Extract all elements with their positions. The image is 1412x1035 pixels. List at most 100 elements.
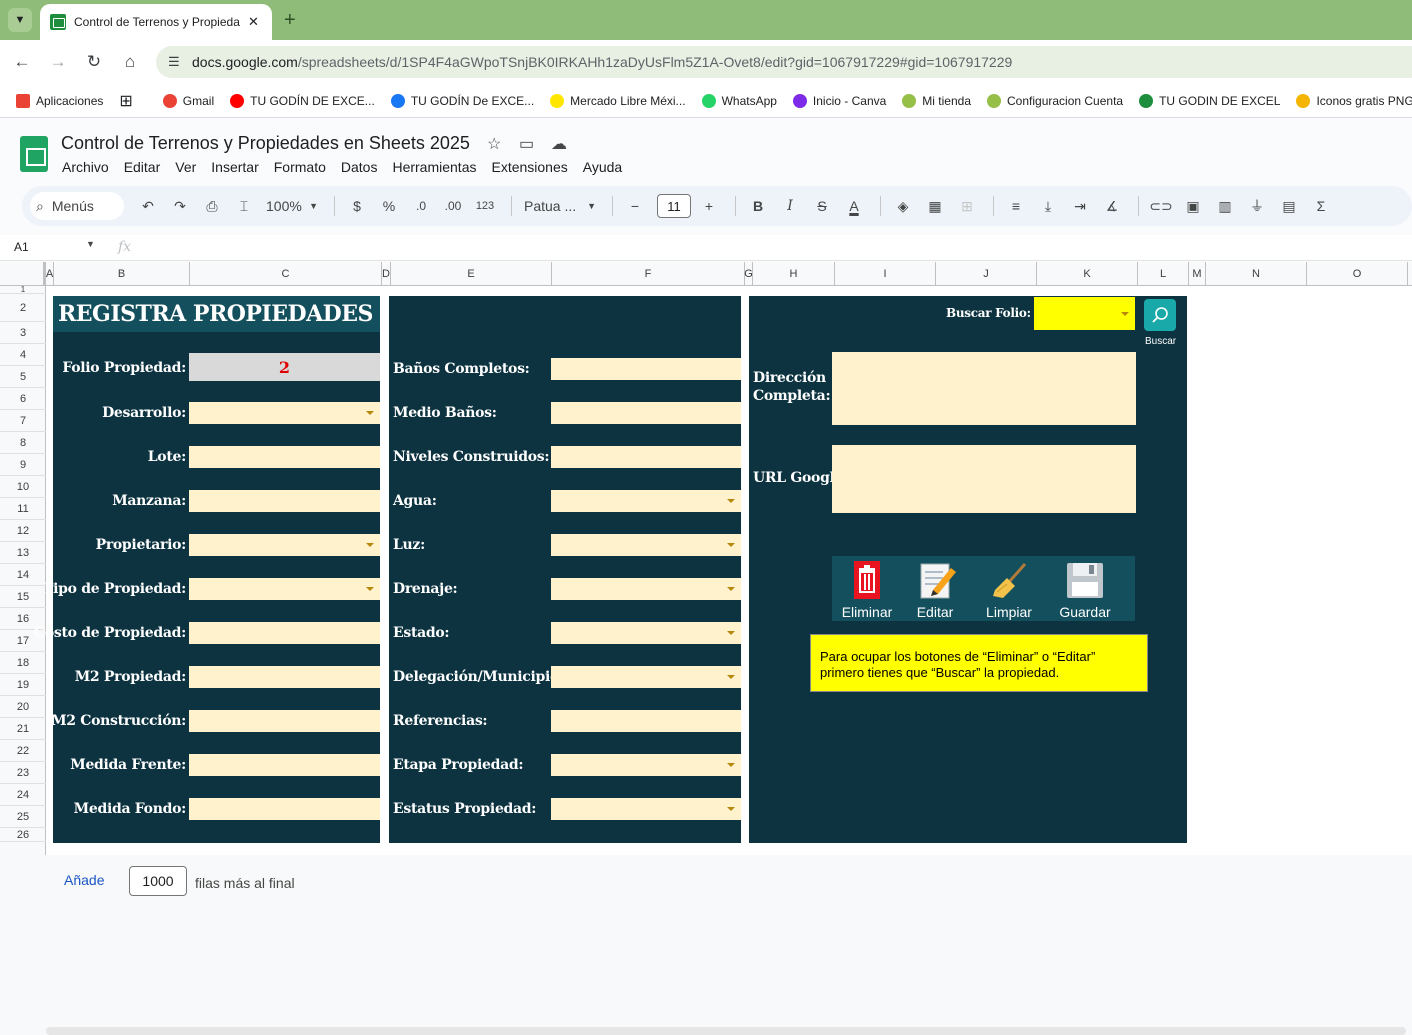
column-header[interactable]: J (936, 262, 1037, 286)
row-header[interactable]: 24 (0, 784, 46, 806)
input-field[interactable] (189, 710, 380, 732)
filter-icon[interactable]: ⏚ (1243, 192, 1271, 220)
row-header[interactable]: 21 (0, 718, 46, 740)
forward-arrow-icon[interactable]: → (46, 50, 70, 74)
menu-item[interactable]: Ayuda (583, 159, 622, 175)
column-header[interactable]: D (382, 262, 391, 286)
dropdown-field[interactable] (551, 534, 741, 556)
text-wrapping-icon[interactable]: ⇥ (1066, 192, 1094, 220)
menu-item[interactable]: Extensiones (491, 159, 567, 175)
bookmark-item[interactable]: Gmail (162, 93, 214, 108)
row-header[interactable]: 1 (0, 285, 46, 294)
row-header[interactable]: 2 (0, 294, 46, 322)
cloud-status-icon[interactable]: ☁ (551, 134, 567, 154)
menu-item[interactable]: Insertar (211, 159, 258, 175)
row-header[interactable]: 6 (0, 388, 46, 410)
row-header[interactable]: 20 (0, 696, 46, 718)
bookmark-item[interactable]: WhatsApp (701, 93, 777, 108)
row-header[interactable]: 26 (0, 828, 46, 842)
dropdown-field[interactable] (189, 402, 380, 424)
font-select[interactable]: Patua ... ▼ (520, 192, 600, 220)
horizontal-scrollbar[interactable] (46, 1027, 1406, 1035)
row-header[interactable]: 8 (0, 432, 46, 454)
input-field[interactable] (551, 710, 741, 732)
back-arrow-icon[interactable]: ← (10, 50, 34, 74)
dropdown-field[interactable] (551, 490, 741, 512)
tab-search-button[interactable]: ▼ (8, 8, 32, 32)
zoom-select[interactable]: 100% ▼ (262, 192, 322, 220)
edit-button[interactable]: Editar (900, 560, 970, 620)
row-header[interactable]: 25 (0, 806, 46, 828)
bookmark-item[interactable]: TU GODÍN De EXCE... (390, 93, 534, 108)
input-field[interactable] (551, 446, 741, 468)
print-icon[interactable]: ⎙ (198, 192, 226, 220)
close-tab-icon[interactable]: ✕ (248, 14, 259, 30)
bold-button[interactable]: B (744, 192, 772, 220)
input-field[interactable] (189, 490, 380, 512)
bookmark-item[interactable]: Configuracion Cuenta (987, 93, 1123, 108)
undo-icon[interactable]: ↶ (134, 192, 162, 220)
chevron-down-icon[interactable]: ▼ (86, 239, 95, 249)
text-color-button[interactable]: A (840, 192, 868, 220)
column-header[interactable]: M (1189, 262, 1206, 286)
column-header[interactable]: K (1037, 262, 1138, 286)
dropdown-field[interactable] (189, 578, 380, 600)
text-rotation-icon[interactable]: ∡ (1098, 192, 1126, 220)
bookmark-item[interactable]: Inicio - Canva (792, 93, 886, 108)
document-title[interactable]: Control de Terrenos y Propiedades en She… (61, 133, 470, 154)
move-folder-icon[interactable]: ▭ (519, 134, 534, 154)
menu-item[interactable]: Datos (341, 159, 378, 175)
decrease-decimal-button[interactable]: .0 (407, 192, 435, 220)
insert-link-icon[interactable]: ⊂⊃ (1147, 192, 1175, 220)
dropdown-field[interactable] (551, 754, 741, 776)
dropdown-field[interactable] (551, 578, 741, 600)
row-header[interactable]: 19 (0, 674, 46, 696)
row-header[interactable]: 22 (0, 740, 46, 762)
dropdown-field[interactable] (551, 666, 741, 688)
functions-button[interactable]: Σ (1307, 192, 1335, 220)
url-google-field[interactable] (832, 445, 1136, 513)
add-rows-button[interactable]: Añade (64, 872, 104, 888)
add-rows-count-input[interactable]: 1000 (129, 866, 187, 896)
folio-value-cell[interactable]: 2 (189, 353, 380, 381)
input-field[interactable] (551, 358, 741, 380)
input-field[interactable] (551, 402, 741, 424)
merge-cells-icon[interactable]: ⊞ (953, 192, 981, 220)
menu-item[interactable]: Ver (175, 159, 196, 175)
new-tab-button[interactable]: + (284, 9, 296, 32)
search-button[interactable] (1144, 299, 1176, 331)
row-header[interactable]: 7 (0, 410, 46, 432)
column-header[interactable]: B (54, 262, 190, 286)
bookmark-item[interactable]: Mi tienda (902, 93, 971, 108)
redo-icon[interactable]: ↷ (166, 192, 194, 220)
row-header[interactable]: 5 (0, 366, 46, 388)
column-header[interactable]: C (190, 262, 382, 286)
horizontal-align-icon[interactable]: ≡ (1002, 192, 1030, 220)
search-folio-dropdown[interactable] (1034, 297, 1135, 330)
site-settings-icon[interactable]: ☰ (168, 54, 186, 70)
font-size-input[interactable]: 11 (657, 194, 691, 218)
input-field[interactable] (189, 446, 380, 468)
star-icon[interactable]: ☆ (487, 134, 501, 154)
row-header[interactable]: 13 (0, 542, 46, 564)
vertical-align-icon[interactable]: ⤓ (1034, 192, 1062, 220)
column-header[interactable]: N (1206, 262, 1307, 286)
fill-color-icon[interactable]: ◈ (889, 192, 917, 220)
row-header[interactable]: 23 (0, 762, 46, 784)
menu-item[interactable]: Editar (124, 159, 161, 175)
row-header[interactable]: 4 (0, 344, 46, 366)
column-header[interactable]: H (753, 262, 835, 286)
menu-item[interactable]: Archivo (62, 159, 109, 175)
column-header[interactable]: O (1307, 262, 1408, 286)
insert-chart-icon[interactable]: ▥ (1211, 192, 1239, 220)
select-all-corner[interactable] (0, 262, 46, 286)
insert-comment-icon[interactable]: ▣ (1179, 192, 1207, 220)
row-header[interactable]: 18 (0, 652, 46, 674)
browser-tab[interactable]: Control de Terrenos y Propiedad ✕ (40, 4, 272, 40)
dropdown-field[interactable] (551, 798, 741, 820)
menu-item[interactable]: Herramientas (392, 159, 476, 175)
reload-icon[interactable]: ↻ (82, 50, 106, 74)
decrease-font-size-icon[interactable]: − (621, 192, 649, 220)
strikethrough-button[interactable]: S (808, 192, 836, 220)
bookmark-item[interactable]: Aplicaciones (16, 93, 103, 108)
